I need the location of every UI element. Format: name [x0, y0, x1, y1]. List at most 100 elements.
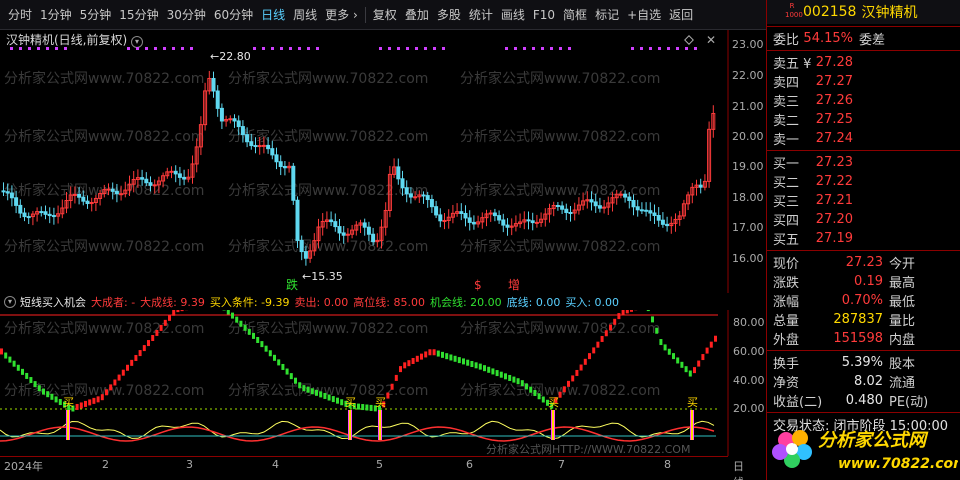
- candle-body: [593, 201, 598, 207]
- ind-tick: 60.00: [733, 345, 765, 358]
- period-label[interactable]: 日线: [733, 458, 744, 480]
- indicator-bar: [92, 397, 96, 404]
- stat-row: 外盘 151598 内盘: [767, 329, 960, 348]
- toolbar-divider: [364, 6, 366, 23]
- indicator-bar: [239, 320, 243, 327]
- close-icon[interactable]: ✕: [706, 33, 716, 47]
- low-price-label: ←15.35: [302, 270, 343, 283]
- tab-15min[interactable]: 15分钟: [115, 0, 162, 30]
- adjust-button[interactable]: 复权: [369, 0, 401, 30]
- indicator-bar: [159, 324, 163, 331]
- candle-body: [635, 206, 640, 211]
- indicator-bar: [567, 380, 570, 387]
- diamond-icon[interactable]: [684, 35, 694, 45]
- candle-body: [51, 215, 56, 218]
- multi-stock-button[interactable]: 多股: [433, 0, 465, 30]
- candle-body: [9, 192, 14, 199]
- signal-dot: [640, 47, 643, 50]
- stat-label: 涨跌: [773, 276, 800, 291]
- candle-body: [505, 224, 510, 228]
- signal-dot: [298, 47, 301, 50]
- f10-button[interactable]: F10: [529, 0, 559, 30]
- signal-dot: [181, 47, 184, 50]
- draw-line-button[interactable]: 画线: [497, 0, 529, 30]
- tab-60min[interactable]: 60分钟: [210, 0, 257, 30]
- candle-body: [177, 173, 182, 178]
- buy-signal-core: [349, 410, 351, 440]
- tab-30min[interactable]: 30分钟: [163, 0, 210, 30]
- indicator-bar: [302, 385, 306, 392]
- price-tick: 16.00: [732, 252, 764, 265]
- candle-body: [169, 170, 174, 173]
- signal-dot: [64, 47, 67, 50]
- indicator-bar: [659, 339, 663, 346]
- tab-5min[interactable]: 5分钟: [76, 0, 116, 30]
- signal-dot: [388, 47, 391, 50]
- statistics-button[interactable]: 统计: [465, 0, 497, 30]
- indicator-bar: [365, 404, 369, 411]
- indicator-bar: [688, 370, 692, 377]
- candle-body: [1, 190, 6, 193]
- date-label: 2024年: [4, 460, 43, 473]
- ask-row: 卖四 27.27: [767, 72, 960, 91]
- mark-button[interactable]: 标记: [591, 0, 623, 30]
- indicator-name[interactable]: 短线买入机会: [20, 294, 86, 310]
- stat-label: PE(动): [889, 395, 929, 410]
- indicator-bar: [268, 350, 272, 357]
- indicator-bar: [16, 364, 20, 371]
- tab-daily[interactable]: 日线: [257, 0, 289, 30]
- candle-body: [665, 223, 670, 227]
- signal-dot: [127, 47, 130, 50]
- indicator-bar: [50, 393, 54, 400]
- tab-weekly[interactable]: 周线: [289, 0, 321, 30]
- stat-row: 涨幅 0.70% 最低: [767, 291, 960, 310]
- back-button[interactable]: 返回: [665, 0, 697, 30]
- stat-label: 外盘: [773, 333, 800, 348]
- tab-timeshare[interactable]: 分时: [4, 0, 36, 30]
- tab-1min[interactable]: 1分钟: [36, 0, 76, 30]
- indicator-bar: [449, 354, 453, 361]
- signal-dot: [28, 47, 31, 50]
- indicator-bar: [231, 312, 234, 319]
- stat-label: 总量: [773, 314, 800, 329]
- ind-tick: 80.00: [733, 316, 765, 329]
- indicator-bar: [709, 341, 713, 348]
- stat-row: 总量 287837 量比: [767, 310, 960, 329]
- candle-body: [652, 212, 657, 217]
- stat-label: 今开: [889, 257, 916, 272]
- indicator-bar: [176, 310, 180, 313]
- indicator-bar: [651, 316, 654, 323]
- price-tick: 18.00: [732, 191, 764, 204]
- candle-body: [329, 219, 334, 223]
- overlay-button[interactable]: 叠加: [401, 0, 433, 30]
- indicator-bar: [403, 362, 407, 369]
- logo-url: www.70822.com: [838, 456, 958, 472]
- divider: [767, 250, 960, 251]
- ask-price: 27.28: [815, 55, 853, 70]
- add-watchlist-button[interactable]: +自选: [623, 0, 665, 30]
- indicator-bar: [0, 348, 3, 355]
- chevron-down-icon[interactable]: ▾: [4, 295, 16, 308]
- simple-frame-button[interactable]: 简框: [559, 0, 591, 30]
- indicator-bar: [499, 371, 503, 378]
- stat-label: 内盘: [889, 333, 916, 348]
- signal-dot: [406, 47, 409, 50]
- bid-price: 27.21: [815, 193, 853, 208]
- signal-dot: [10, 47, 13, 50]
- indicator-bar: [462, 358, 465, 365]
- candle-body: [43, 211, 48, 215]
- ask-row: 卖二 27.25: [767, 110, 960, 129]
- candle-body: [623, 193, 628, 198]
- bid-price: 27.19: [815, 231, 853, 246]
- indicator-bar: [310, 388, 314, 395]
- indicator-bar: [646, 310, 650, 312]
- divider: [767, 412, 960, 413]
- indicator-bar: [121, 369, 125, 376]
- indicator-bar: [600, 335, 604, 342]
- stat-value: 151598: [833, 331, 883, 346]
- candle-body: [442, 219, 447, 222]
- signal-dot: [424, 47, 427, 50]
- indicator-bar: [630, 310, 633, 312]
- tab-more[interactable]: 更多 ›: [321, 0, 362, 30]
- stat-value: 0.19: [854, 274, 883, 289]
